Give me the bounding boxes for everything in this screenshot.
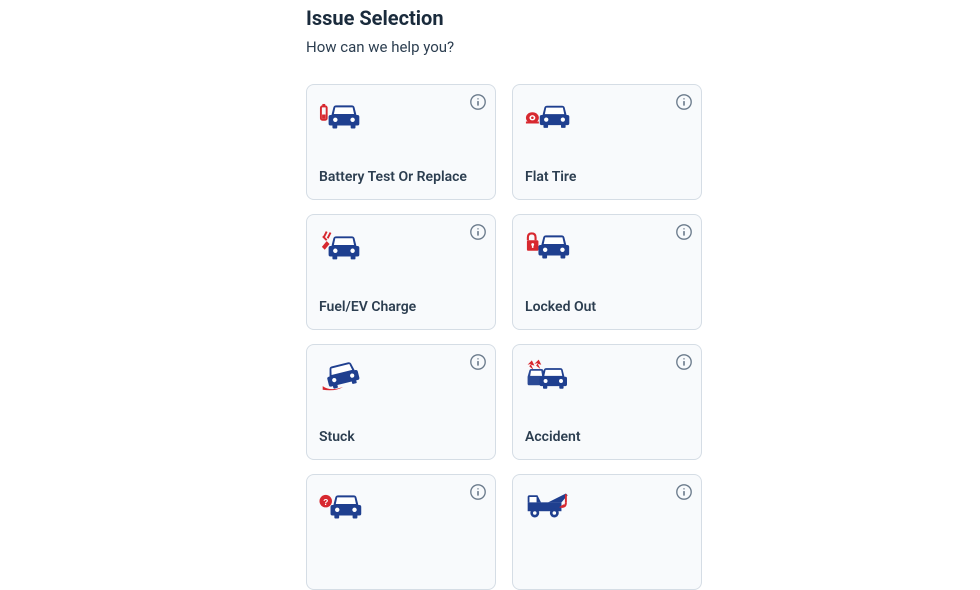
info-icon[interactable] bbox=[469, 483, 487, 501]
issue-card-label: Flat Tire bbox=[525, 169, 689, 185]
info-icon[interactable] bbox=[469, 353, 487, 371]
question-car-icon: ? bbox=[319, 487, 367, 523]
issue-card-locked-out[interactable]: Locked Out bbox=[512, 214, 702, 330]
issue-selection-page: Issue Selection How can we help you? bbox=[0, 0, 980, 590]
info-icon[interactable] bbox=[675, 483, 693, 501]
lock-car-icon bbox=[525, 227, 573, 263]
issue-card-unknown[interactable]: ? bbox=[306, 474, 496, 590]
tow-truck-icon bbox=[525, 487, 573, 523]
page-subtitle: How can we help you? bbox=[306, 38, 980, 56]
issue-card-label: Fuel/EV Charge bbox=[319, 299, 483, 315]
issue-card-label: Accident bbox=[525, 429, 689, 445]
issue-card-stuck[interactable]: Stuck bbox=[306, 344, 496, 460]
issue-card-fuel[interactable]: Fuel/EV Charge bbox=[306, 214, 496, 330]
flat-tire-car-icon bbox=[525, 97, 573, 133]
battery-car-icon bbox=[319, 97, 367, 133]
issue-card-battery[interactable]: Battery Test Or Replace bbox=[306, 84, 496, 200]
info-icon[interactable] bbox=[469, 93, 487, 111]
svg-text:?: ? bbox=[323, 497, 328, 507]
info-icon[interactable] bbox=[675, 223, 693, 241]
page-title: Issue Selection bbox=[306, 6, 980, 30]
info-icon[interactable] bbox=[675, 93, 693, 111]
issue-card-flat-tire[interactable]: Flat Tire bbox=[512, 84, 702, 200]
issue-card-accident[interactable]: Accident bbox=[512, 344, 702, 460]
issue-card-label: Locked Out bbox=[525, 299, 689, 315]
issue-card-label: Battery Test Or Replace bbox=[319, 169, 483, 185]
stuck-car-icon bbox=[319, 357, 367, 393]
accident-car-icon bbox=[525, 357, 573, 393]
issue-card-grid: Battery Test Or Replace bbox=[306, 84, 980, 590]
info-icon[interactable] bbox=[675, 353, 693, 371]
fuel-car-icon bbox=[319, 227, 367, 263]
issue-card-tow[interactable] bbox=[512, 474, 702, 590]
info-icon[interactable] bbox=[469, 223, 487, 241]
issue-card-label: Stuck bbox=[319, 429, 483, 445]
